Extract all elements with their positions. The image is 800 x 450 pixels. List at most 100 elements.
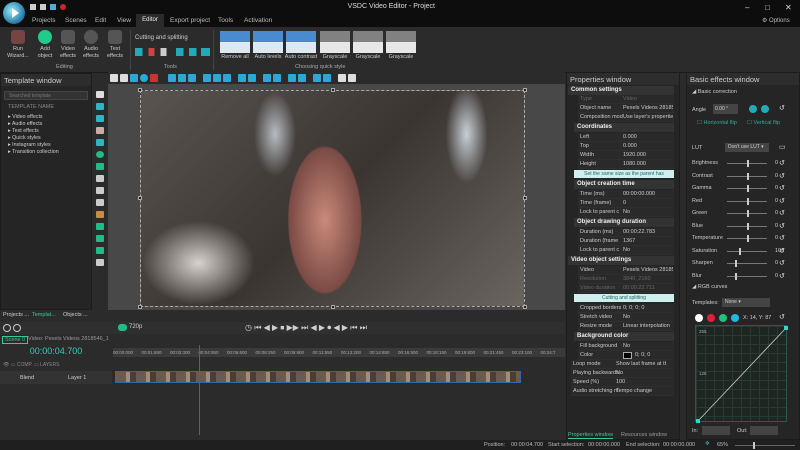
- effect-slider[interactable]: [727, 185, 767, 192]
- resize-handle[interactable]: [138, 88, 142, 92]
- prop-duration-ms[interactable]: Duration (ms) 00:00:22.783: [578, 228, 674, 237]
- align-icon[interactable]: [168, 74, 176, 82]
- align-icon[interactable]: [223, 74, 231, 82]
- align-icon[interactable]: [178, 74, 186, 82]
- slider-thumb[interactable]: [739, 247, 741, 255]
- grayscale-thumb[interactable]: [386, 31, 416, 53]
- prop-height[interactable]: Height 1080.000: [578, 160, 674, 169]
- video-effects-button[interactable]: Video effects: [57, 30, 79, 60]
- text-effects-button[interactable]: Text effects: [104, 30, 126, 60]
- audio-effects-button[interactable]: Audio effects: [80, 30, 102, 60]
- rgb-curve-editor[interactable]: 255 128: [695, 325, 788, 423]
- prop-lock[interactable]: Lock to parent c No: [578, 208, 674, 217]
- menu-tools[interactable]: Tools: [218, 17, 233, 24]
- section-common[interactable]: Common settings: [568, 86, 674, 95]
- menu-view[interactable]: View: [117, 17, 131, 24]
- tree-item[interactable]: ▸ Text effects: [8, 128, 39, 134]
- resize-handle[interactable]: [138, 305, 142, 309]
- tree-item[interactable]: ▸ Quick styles: [8, 135, 41, 141]
- rotate-icon[interactable]: [140, 74, 148, 82]
- zoom-in-icon[interactable]: [3, 324, 11, 332]
- tab-objects[interactable]: Objects ...: [63, 312, 88, 318]
- resize-handle[interactable]: [523, 305, 527, 309]
- section-coordinates[interactable]: Coordinates: [574, 123, 674, 132]
- template-search-input[interactable]: Searched template: [4, 91, 88, 100]
- section-rgb-curves[interactable]: ◢ RGB curves: [692, 284, 727, 290]
- video-preview[interactable]: [138, 88, 527, 309]
- effect-slider[interactable]: [727, 222, 767, 230]
- comment-icon[interactable]: [96, 199, 104, 206]
- options-button[interactable]: ⚙ Options: [762, 17, 790, 24]
- lut-dropdown[interactable]: Don't use LUT ▾: [725, 143, 769, 152]
- section-bg[interactable]: Background color: [574, 332, 674, 341]
- grayscale-thumb[interactable]: [320, 31, 350, 53]
- text-icon[interactable]: [96, 175, 104, 182]
- zoom-fit-icon[interactable]: ✥: [705, 441, 710, 447]
- reset-icon[interactable]: ↺: [779, 272, 785, 280]
- prop-time-ms[interactable]: Time (ms) 00:00:00.000: [578, 190, 674, 199]
- resize-handle[interactable]: [523, 196, 527, 200]
- layer-row[interactable]: Blend Layer 1: [0, 371, 112, 384]
- video-icon[interactable]: [96, 235, 104, 242]
- reset-icon[interactable]: ↺: [779, 172, 785, 180]
- prop-object-name[interactable]: Object name Pexels Videos 2818546: [578, 104, 674, 113]
- slider-thumb[interactable]: [747, 222, 749, 230]
- playback-controls[interactable]: ◷ ⏮ ◀ ▶ ⏹ ▶▶ ⏭ ◀ ▶ ⏺ ◀ ▶ ⏮ ⏭: [245, 323, 367, 333]
- folder-icon[interactable]: ▭: [779, 143, 786, 151]
- tree-item[interactable]: ▸ Transition collection: [8, 149, 59, 155]
- out-input[interactable]: [750, 426, 778, 435]
- channel-blue[interactable]: [731, 314, 739, 322]
- resize-handle[interactable]: [331, 88, 335, 92]
- group-icon[interactable]: [288, 74, 296, 82]
- rotate-left-icon[interactable]: [749, 105, 757, 113]
- ellipse-icon[interactable]: [96, 151, 104, 158]
- align-icon[interactable]: [203, 74, 211, 82]
- align-icon[interactable]: [188, 74, 196, 82]
- prop-lock2[interactable]: Lock to parent c No: [578, 246, 674, 255]
- prop-resize[interactable]: Resize mode Linear interpolation: [578, 322, 674, 331]
- slider-thumb[interactable]: [747, 197, 749, 205]
- pointer-icon[interactable]: [96, 91, 104, 98]
- slider-thumb[interactable]: [747, 210, 749, 217]
- maximize-icon[interactable]: □: [765, 3, 770, 12]
- tab-resources[interactable]: Resources window: [621, 432, 667, 438]
- prop-composition[interactable]: Composition mod Use layer's properties: [578, 113, 674, 122]
- reset-icon[interactable]: ↺: [779, 234, 785, 242]
- prop-time-frame[interactable]: Time (frame) 0: [578, 199, 674, 208]
- reset-icon[interactable]: ↺: [779, 104, 785, 112]
- delete-icon[interactable]: [150, 74, 158, 82]
- reset-icon[interactable]: ↺: [779, 222, 785, 230]
- reset-icon[interactable]: ↺: [779, 247, 785, 255]
- prop-backwards[interactable]: Playing backwards No: [571, 369, 674, 378]
- zoom-slider[interactable]: [735, 442, 795, 449]
- video-clip[interactable]: [115, 371, 521, 383]
- reset-icon[interactable]: ↺: [779, 197, 785, 205]
- prop-stretch[interactable]: Stretch video No: [578, 313, 674, 322]
- tools-icons[interactable]: [135, 48, 210, 56]
- tab-projects[interactable]: Projects ...: [3, 312, 29, 318]
- reset-icon[interactable]: ↺: [779, 259, 785, 267]
- tab-scene[interactable]: Scene 0: [2, 336, 29, 344]
- cutting-splitting-button[interactable]: Cutting and splitting: [135, 35, 188, 41]
- effect-slider[interactable]: [727, 160, 767, 167]
- effect-slider[interactable]: [727, 172, 767, 180]
- cutting-splitting-button[interactable]: Cutting and splitting: [574, 294, 674, 302]
- timeline-ruler[interactable]: 00:00:000 00:01:650 00:03:300 00:04:950 00:0…: [113, 348, 565, 357]
- resize-handle[interactable]: [523, 88, 527, 92]
- menu-scenes[interactable]: Scenes: [65, 17, 87, 24]
- effect-slider[interactable]: [727, 197, 767, 205]
- chart-icon[interactable]: [96, 187, 104, 194]
- menu-projects[interactable]: Projects: [32, 17, 55, 24]
- add-object-button[interactable]: Add object: [35, 30, 55, 60]
- horizontal-flip-checkbox[interactable]: ☐ Horizontal flip: [697, 120, 737, 126]
- slider-thumb[interactable]: [747, 160, 749, 167]
- effect-slider[interactable]: [727, 210, 767, 217]
- tab-templates[interactable]: Templat...: [32, 312, 56, 318]
- effect-slider[interactable]: [727, 235, 767, 242]
- blend-dropdown[interactable]: Blend: [20, 375, 34, 381]
- grayscale-thumb[interactable]: [353, 31, 383, 53]
- auto-levels-thumb[interactable]: [253, 31, 283, 53]
- line-icon[interactable]: [96, 127, 104, 134]
- channel-all[interactable]: [695, 314, 703, 322]
- resize-handle[interactable]: [331, 305, 335, 309]
